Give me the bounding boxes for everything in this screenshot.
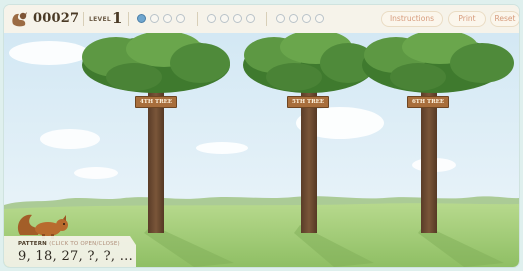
game-frame: 00027 LEVEL 1 Instructions Print Reset 4…: [4, 5, 519, 267]
tree-4[interactable]: [82, 33, 232, 233]
progress-dot: [289, 14, 298, 23]
divider: [83, 12, 84, 26]
tree-6[interactable]: [364, 33, 514, 233]
pattern-hint: (CLICK TO OPEN/CLOSE): [49, 241, 120, 247]
pattern-sequence: 9, 18, 27, ?, ?, ...: [18, 249, 134, 264]
progress-dot: [220, 14, 229, 23]
pattern-label: PATTERN: [18, 241, 47, 247]
instructions-button[interactable]: Instructions: [381, 11, 443, 27]
squirrel-score-icon: [12, 12, 27, 27]
tree-5[interactable]: [244, 33, 374, 233]
progress-dot: [302, 14, 311, 23]
progress-dot: [176, 14, 185, 23]
divider: [197, 12, 198, 26]
top-bar: 00027 LEVEL 1 Instructions Print Reset: [4, 5, 519, 34]
level-label: LEVEL: [89, 16, 111, 23]
progress-dot: [150, 14, 159, 23]
pattern-toggle[interactable]: PATTERN (CLICK TO OPEN/CLOSE): [18, 241, 120, 247]
progress-dot: [207, 14, 216, 23]
score-value: 00027: [33, 11, 80, 26]
progress-dot: [315, 14, 324, 23]
game-scene: 4TH TREE 5TH TREE 6TH TREE: [4, 33, 519, 267]
progress-dot: [163, 14, 172, 23]
progress-dot: [233, 14, 242, 23]
progress-dot: [137, 14, 146, 23]
level-value: 1: [112, 9, 123, 27]
divider: [128, 12, 129, 26]
divider: [266, 12, 267, 26]
progress-dot: [246, 14, 255, 23]
print-button[interactable]: Print: [448, 11, 486, 27]
progress-dot: [276, 14, 285, 23]
reset-button[interactable]: Reset: [490, 11, 519, 27]
